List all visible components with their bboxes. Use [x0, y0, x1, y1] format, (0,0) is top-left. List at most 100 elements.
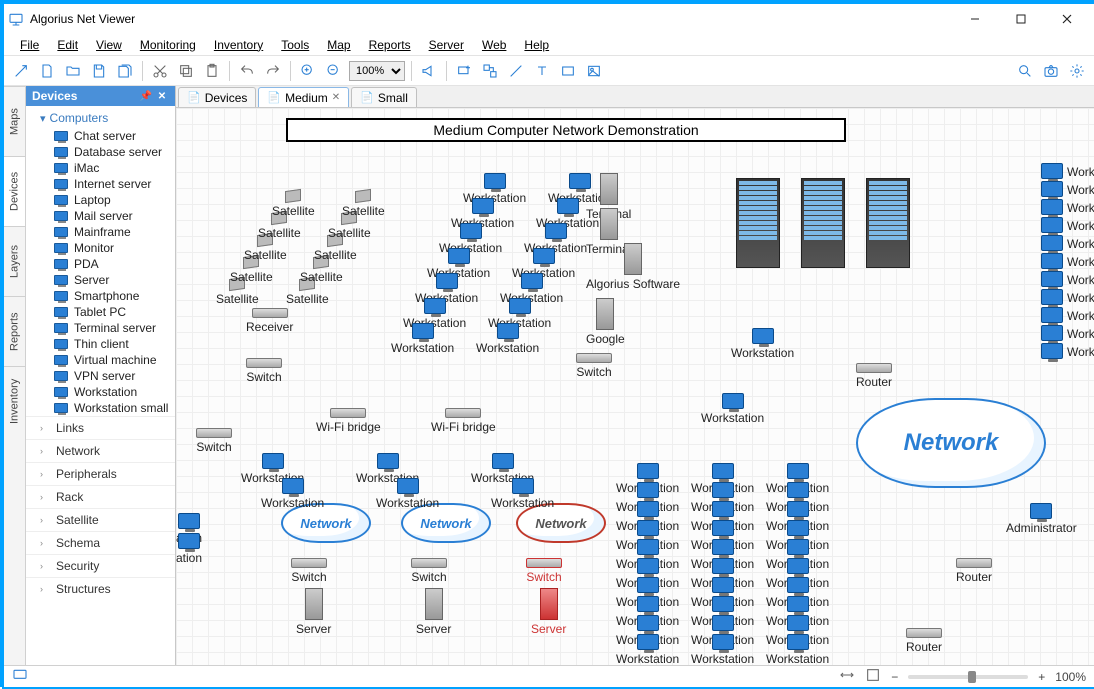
tree-item[interactable]: Mail server — [26, 208, 175, 224]
tree-group-structures[interactable]: ›Structures — [26, 577, 175, 600]
tree-item[interactable]: Mainframe — [26, 224, 175, 240]
server-node[interactable]: Server — [416, 588, 451, 636]
tree-item[interactable]: Virtual machine — [26, 352, 175, 368]
add-rect-icon[interactable] — [557, 60, 579, 82]
save-all-icon[interactable] — [114, 60, 136, 82]
tree-item[interactable]: Workstation — [26, 384, 175, 400]
satellite-node[interactable]: Satellite — [342, 190, 385, 218]
switch-node[interactable]: Switch — [246, 358, 282, 384]
tree-item[interactable]: PDA — [26, 256, 175, 272]
workstation-node[interactable]: ation — [176, 533, 202, 565]
tree-group-links[interactable]: ›Links — [26, 416, 175, 439]
network-cloud[interactable]: Network — [856, 398, 1046, 488]
satellite-node[interactable]: Satellite — [272, 190, 315, 218]
tree-group-computers[interactable]: ▾ Computers — [26, 108, 175, 128]
add-line-icon[interactable] — [505, 60, 527, 82]
tree-group-schema[interactable]: ›Schema — [26, 531, 175, 554]
cut-icon[interactable] — [149, 60, 171, 82]
wifi-bridge-node[interactable]: Wi-Fi bridge — [431, 408, 496, 434]
workstation-node[interactable]: Workstation — [616, 634, 679, 665]
zoom-out-icon[interactable] — [323, 60, 345, 82]
tree-item[interactable]: Thin client — [26, 336, 175, 352]
workstation-node[interactable]: Works — [1041, 199, 1094, 215]
side-tab-reports[interactable]: Reports — [4, 296, 25, 366]
switch-node[interactable]: Switch — [526, 558, 562, 584]
menu-tools[interactable]: Tools — [273, 36, 317, 54]
workstation-node[interactable]: Works — [1041, 253, 1094, 269]
tree-item[interactable]: Database server — [26, 144, 175, 160]
save-icon[interactable] — [88, 60, 110, 82]
workstation-node[interactable]: Workstation — [261, 478, 324, 510]
undo-icon[interactable] — [236, 60, 258, 82]
menu-edit[interactable]: Edit — [49, 36, 86, 54]
tree-group-peripherals[interactable]: ›Peripherals — [26, 462, 175, 485]
side-tab-devices[interactable]: Devices — [4, 156, 25, 226]
add-link-icon[interactable] — [479, 60, 501, 82]
search-icon[interactable] — [1014, 60, 1036, 82]
menu-help[interactable]: Help — [516, 36, 557, 54]
tree-item[interactable]: Chat server — [26, 128, 175, 144]
zoom-minus-icon[interactable]: − — [891, 670, 898, 684]
menu-monitoring[interactable]: Monitoring — [132, 36, 204, 54]
workstation-node[interactable]: Works — [1041, 307, 1094, 323]
router-node[interactable]: Router — [856, 363, 892, 389]
workstation-node[interactable]: Workstation — [476, 323, 539, 355]
zoom-select[interactable]: 100% — [349, 61, 405, 81]
algorius-node[interactable]: Algorius Software — [586, 243, 680, 291]
workstation-node[interactable]: Works — [1041, 343, 1094, 359]
workstation-node[interactable]: Workstation — [731, 328, 794, 360]
workstation-node[interactable]: Works — [1041, 163, 1094, 179]
tree-item[interactable]: Laptop — [26, 192, 175, 208]
zoom-slider[interactable] — [908, 675, 1028, 679]
panel-pin-icon[interactable]: 📌 — [139, 89, 153, 103]
tree-group-security[interactable]: ›Security — [26, 554, 175, 577]
workstation-node[interactable]: Works — [1041, 271, 1094, 287]
side-tab-inventory[interactable]: Inventory — [4, 366, 25, 436]
tree-item[interactable]: VPN server — [26, 368, 175, 384]
devices-tree[interactable]: ▾ Computers Chat serverDatabase serveriM… — [26, 106, 175, 665]
rack-node[interactable] — [801, 178, 845, 268]
workstation-node[interactable]: Workstation — [701, 393, 764, 425]
map-canvas[interactable]: Medium Computer Network Demonstration Ne… — [176, 108, 1094, 665]
router-node[interactable]: Router — [956, 558, 992, 584]
new-file-icon[interactable] — [36, 60, 58, 82]
workstation-node[interactable]: Workstation — [766, 634, 829, 665]
receiver-node[interactable]: Receiver — [246, 308, 293, 334]
switch-node[interactable]: Switch — [576, 353, 612, 379]
menu-inventory[interactable]: Inventory — [206, 36, 271, 54]
copy-icon[interactable] — [175, 60, 197, 82]
tree-item[interactable]: Terminal server — [26, 320, 175, 336]
tree-group-network[interactable]: ›Network — [26, 439, 175, 462]
tree-item[interactable]: Tablet PC — [26, 304, 175, 320]
workstation-node[interactable]: Workstation — [691, 634, 754, 665]
window-maximize-button[interactable] — [998, 4, 1044, 34]
add-device-icon[interactable] — [453, 60, 475, 82]
tree-item[interactable]: Workstation small — [26, 400, 175, 416]
panel-close-icon[interactable]: ✕ — [155, 89, 169, 103]
add-image-icon[interactable] — [583, 60, 605, 82]
menu-file[interactable]: File — [12, 36, 47, 54]
tree-item[interactable]: iMac — [26, 160, 175, 176]
close-icon[interactable]: ✕ — [332, 92, 340, 103]
wand-icon[interactable] — [10, 60, 32, 82]
workstation-node[interactable]: Works — [1041, 217, 1094, 233]
menu-view[interactable]: View — [88, 36, 130, 54]
tab-devices[interactable]: 📄 Devices — [178, 87, 256, 107]
tree-group-satellite[interactable]: ›Satellite — [26, 508, 175, 531]
tree-item[interactable]: Server — [26, 272, 175, 288]
workstation-node[interactable]: Workstation — [491, 478, 554, 510]
menu-server[interactable]: Server — [421, 36, 472, 54]
workstation-node[interactable]: Works — [1041, 325, 1094, 341]
window-minimize-button[interactable] — [952, 4, 998, 34]
fit-screen-icon[interactable] — [865, 667, 881, 686]
server-node[interactable]: Server — [296, 588, 331, 636]
workstation-node[interactable]: Workstation — [391, 323, 454, 355]
tree-group-rack[interactable]: ›Rack — [26, 485, 175, 508]
router-node[interactable]: Router — [906, 628, 942, 654]
switch-node[interactable]: Switch — [291, 558, 327, 584]
gear-icon[interactable] — [1066, 60, 1088, 82]
menu-reports[interactable]: Reports — [361, 36, 419, 54]
workstation-node[interactable]: Works — [1041, 235, 1094, 251]
workstation-node[interactable]: Works — [1041, 289, 1094, 305]
zoom-in-icon[interactable] — [297, 60, 319, 82]
